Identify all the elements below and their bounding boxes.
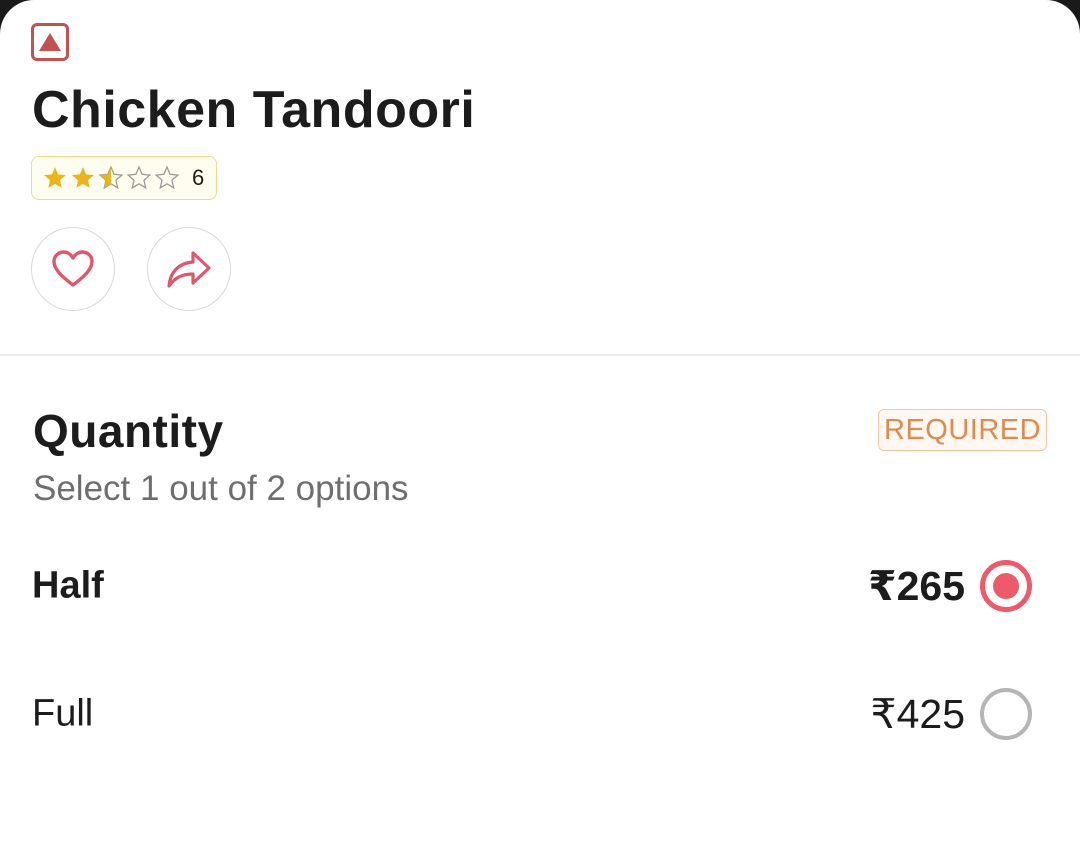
share-button[interactable]: [147, 227, 231, 311]
quantity-title: Quantity: [33, 405, 224, 457]
item-customization-sheet: Chicken Tandoori 6 Quantity REQUIRED Sel…: [0, 0, 1080, 866]
heart-icon: [52, 250, 94, 287]
star-full-icon: [44, 167, 66, 188]
share-icon: [167, 251, 211, 288]
star-half-icon: [98, 165, 124, 190]
star-full-icon: [72, 167, 94, 188]
radio-unselected[interactable]: [980, 688, 1032, 740]
dish-title: Chicken Tandoori: [32, 81, 476, 139]
non-veg-icon: [31, 23, 69, 61]
star-empty-icon: [126, 165, 152, 190]
rating-count: 6: [192, 165, 205, 190]
option-price: ₹425: [870, 691, 966, 737]
star-empty-icon: [154, 165, 180, 190]
rating-badge: 6: [31, 156, 218, 200]
radio-selected[interactable]: [980, 560, 1032, 612]
option-full[interactable]: Full ₹425: [0, 674, 1080, 754]
radio-dot: [993, 573, 1019, 599]
quantity-subtitle: Select 1 out of 2 options: [33, 469, 409, 508]
required-badge: REQUIRED: [878, 409, 1048, 451]
option-label: Half: [32, 564, 104, 607]
rating-stars: [42, 165, 180, 191]
favourite-button[interactable]: [31, 227, 115, 311]
option-price: ₹265: [868, 563, 965, 609]
section-divider: [0, 354, 1080, 356]
option-label: Full: [32, 692, 94, 735]
option-half[interactable]: Half ₹265: [0, 546, 1080, 626]
